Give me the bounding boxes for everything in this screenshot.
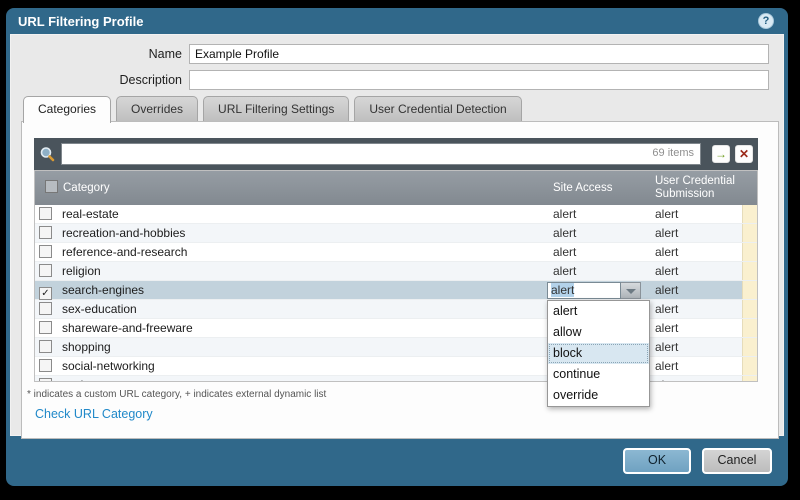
table-row[interactable]: reference-and-research alert alert (35, 243, 757, 262)
search-input[interactable] (61, 143, 701, 165)
check-url-category-link[interactable]: Check URL Category (35, 407, 153, 421)
ok-button[interactable]: OK (623, 448, 691, 474)
dropdown-option-block[interactable]: block (548, 343, 649, 364)
row-checkbox[interactable] (39, 321, 52, 334)
search-icon (40, 146, 55, 161)
name-input[interactable] (189, 44, 769, 64)
dropdown-option-allow[interactable]: allow (548, 322, 649, 343)
row-checkbox[interactable] (39, 340, 52, 353)
dialog-titlebar: URL Filtering Profile ? (6, 8, 788, 34)
table-header-row: Category Site Access User Credential Sub… (35, 171, 757, 205)
row-checkbox[interactable] (39, 378, 52, 381)
header-user-credential: User Credential Submission (655, 175, 735, 200)
scrollbar-track[interactable] (742, 300, 757, 318)
dropdown-option-override[interactable]: override (548, 385, 649, 406)
dialog-title: URL Filtering Profile (18, 13, 144, 29)
scrollbar-track[interactable] (742, 376, 757, 381)
row-checkbox[interactable] (39, 264, 52, 277)
combobox-selected-text: alert (551, 283, 575, 297)
site-access-cell[interactable]: alert (547, 262, 649, 280)
category-cell: shareware-and-freeware (62, 321, 193, 335)
header-category: Category (63, 181, 110, 194)
user-credential-cell[interactable]: alert (649, 262, 742, 280)
user-credential-cell[interactable]: alert (649, 281, 742, 299)
site-access-cell[interactable]: alert (547, 243, 649, 261)
user-credential-cell[interactable]: alert (649, 224, 742, 242)
user-credential-cell[interactable]: alert (649, 205, 742, 223)
row-checkbox[interactable] (39, 207, 52, 220)
categories-tab-panel: 69 items → ✕ Category Site Access User C… (21, 121, 779, 439)
footnote: * indicates a custom URL category, + ind… (27, 389, 327, 400)
url-filtering-profile-dialog: URL Filtering Profile ? Name Description… (6, 8, 788, 486)
scrollbar-track[interactable] (742, 205, 757, 223)
scrollbar-track[interactable] (742, 357, 757, 375)
row-checkbox[interactable] (39, 359, 52, 372)
user-credential-cell[interactable]: alert (649, 319, 742, 337)
category-cell: society (57, 376, 547, 381)
user-credential-cell[interactable]: alert (649, 357, 742, 375)
category-cell: sex-education (62, 302, 137, 316)
dialog-footer: OK Cancel (623, 448, 772, 474)
header-site-access: Site Access (553, 181, 613, 194)
items-count: 69 items (652, 147, 694, 159)
category-cell: religion (62, 264, 101, 278)
search-field-wrap: 69 items (61, 143, 701, 165)
help-icon[interactable]: ? (758, 13, 774, 29)
dropdown-option-continue[interactable]: continue (548, 364, 649, 385)
table-row[interactable]: religion alert alert (35, 262, 757, 281)
table-row[interactable]: recreation-and-hobbies alert alert (35, 224, 757, 243)
scrollbar-track[interactable] (742, 243, 757, 261)
clear-filter-icon[interactable]: ✕ (735, 145, 753, 163)
dropdown-option-alert[interactable]: alert (548, 301, 649, 322)
category-cell: reference-and-research (62, 245, 188, 259)
row-checkbox[interactable] (39, 226, 52, 239)
row-checkbox[interactable] (39, 302, 52, 315)
scrollbar-track[interactable] (742, 319, 757, 337)
cancel-button[interactable]: Cancel (702, 448, 772, 474)
site-access-cell[interactable]: alert (547, 224, 649, 242)
user-credential-cell[interactable]: alert (649, 243, 742, 261)
user-credential-cell[interactable]: alert (649, 300, 742, 318)
category-cell: social-networking (62, 359, 155, 373)
site-access-cell[interactable]: alert (547, 205, 649, 223)
site-access-combobox[interactable]: alert (547, 282, 649, 299)
site-access-dropdown: alert allow block continue override (547, 300, 650, 407)
description-input[interactable] (189, 70, 769, 90)
user-credential-cell[interactable]: alert (649, 338, 742, 356)
row-checkbox[interactable]: ✓ (39, 287, 52, 300)
table-row[interactable]: ✓ search-engines alert alert (35, 281, 757, 300)
scrollbar-track[interactable] (742, 224, 757, 242)
row-checkbox[interactable] (39, 245, 52, 258)
scrollbar-track[interactable] (742, 281, 757, 299)
tab-overrides[interactable]: Overrides (116, 96, 199, 121)
category-cell: real-estate (62, 207, 119, 221)
tab-bar: Categories Overrides URL Filtering Setti… (23, 96, 527, 123)
category-cell: shopping (62, 340, 111, 354)
scrollbar-track[interactable] (742, 262, 757, 280)
category-cell: search-engines (62, 283, 145, 297)
filter-toolbar: 69 items → ✕ (34, 138, 758, 170)
table-row[interactable]: real-estate alert alert (35, 205, 757, 224)
user-credential-cell[interactable]: alert (649, 376, 742, 381)
combobox-arrow-icon[interactable] (621, 282, 641, 299)
name-label: Name (148, 47, 182, 61)
category-cell: recreation-and-hobbies (62, 226, 186, 240)
tab-categories[interactable]: Categories (23, 96, 112, 123)
tab-user-credential-detection[interactable]: User Credential Detection (354, 96, 522, 121)
description-label: Description (119, 73, 182, 87)
tab-url-filtering-settings[interactable]: URL Filtering Settings (203, 96, 350, 121)
dialog-content: Name Description Categories Overrides UR… (10, 34, 784, 439)
site-access-cell[interactable]: alert (547, 281, 649, 299)
apply-filter-icon[interactable]: → (712, 145, 730, 163)
scrollbar-track[interactable] (742, 338, 757, 356)
combobox-value[interactable]: alert (547, 282, 621, 299)
